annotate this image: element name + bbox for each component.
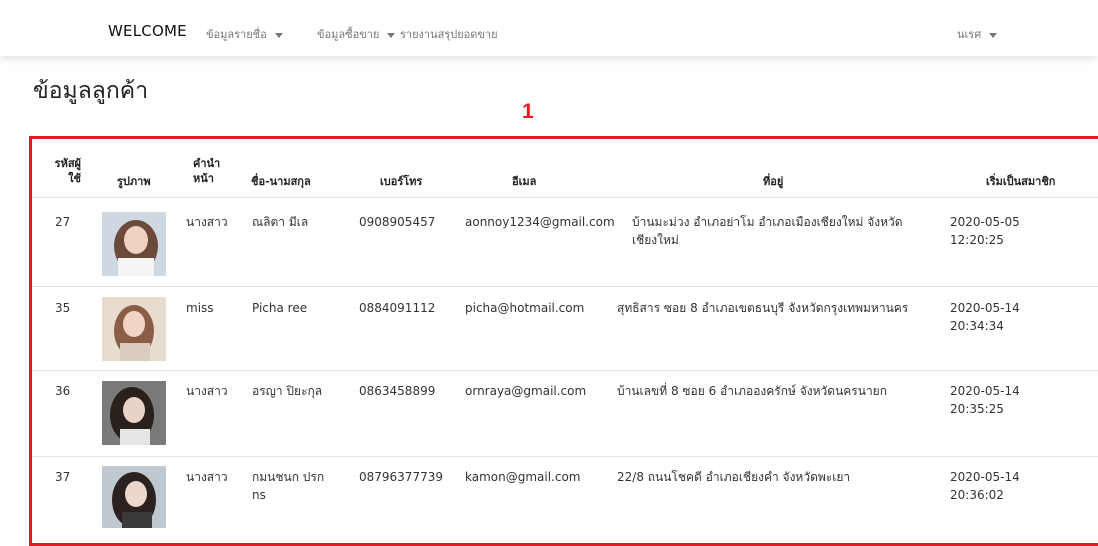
- cell-address: บ้านเลขที่ 8 ซอย 6 อำเภอองครักษ์ จังหวัด…: [617, 382, 937, 400]
- customer-photo: [102, 466, 166, 528]
- header-prefix-line2: หน้า: [193, 172, 214, 185]
- cell-address: สุทธิสาร ซอย 8 อำเภอเขตธนบุรี จังหวัดกรุ…: [617, 299, 937, 317]
- header-joined: เริ่มเป็นสมาชิก: [986, 175, 1056, 188]
- cell-fullname-line1: ณลิตา มีเล: [252, 215, 309, 229]
- cell-joined: 2020-05-05 12:20:25: [950, 213, 1020, 249]
- cell-phone: 0884091112: [359, 301, 436, 315]
- cell-fullname-line1: อรญา ปิยะกุล: [252, 384, 323, 398]
- header-user-id: รหัสผู้ ใช้: [47, 156, 81, 186]
- menu-customer-list[interactable]: ข้อมูลรายชื่อ: [206, 25, 283, 43]
- cell-user-id: 27: [55, 215, 71, 229]
- header-phone: เบอร์โทร: [380, 175, 423, 188]
- cell-address-line1: บ้านมะม่วง อำเภอย่าโม อำเภอเมืองเชียงใหม…: [632, 215, 903, 229]
- cell-prefix: นางสาว: [186, 384, 228, 398]
- menu-sales-report[interactable]: รายงานสรุปยอดขาย: [400, 25, 498, 43]
- chevron-down-icon: [989, 32, 998, 38]
- cell-user-id: 37: [55, 470, 71, 484]
- cell-joined-date: 2020-05-14: [950, 301, 1020, 315]
- cell-address-line1: บ้านเลขที่ 8 ซอย 6 อำเภอองครักษ์ จังหวัด…: [617, 384, 887, 398]
- menu-customer-list-label: ข้อมูลรายชื่อ: [206, 28, 267, 41]
- cell-phone: 0863458899: [359, 384, 436, 398]
- cell-fullname: Picha ree: [252, 299, 307, 317]
- chevron-down-icon: [387, 32, 396, 38]
- cell-joined: 2020-05-14 20:35:25: [950, 382, 1020, 418]
- customer-photo: [102, 297, 166, 361]
- cell-phone: 08796377739: [359, 470, 443, 484]
- cell-joined: 2020-05-14 20:36:02: [950, 468, 1020, 504]
- row-divider: [32, 370, 1098, 371]
- brand-link[interactable]: WELCOME: [108, 22, 187, 40]
- header-fullname: ชื่อ-นามสกุล: [251, 175, 311, 188]
- cell-fullname-line1: กมนชนก ปรก: [252, 470, 325, 484]
- row-divider: [32, 456, 1098, 457]
- cell-prefix: นางสาว: [186, 470, 228, 484]
- cell-fullname-line2: ns: [252, 488, 266, 502]
- cell-user-id: 36: [55, 384, 71, 398]
- cell-joined-date: 2020-05-05: [950, 215, 1020, 229]
- user-menu[interactable]: นเรศ: [957, 25, 998, 43]
- row-divider: [32, 197, 1098, 198]
- cell-address-line1: สุทธิสาร ซอย 8 อำเภอเขตธนบุรี จังหวัดกรุ…: [617, 301, 909, 315]
- cell-user-id: 35: [55, 301, 71, 315]
- menu-sales-data[interactable]: ข้อมูลซื้อขาย: [317, 25, 396, 43]
- cell-joined-time: 12:20:25: [950, 233, 1004, 247]
- cell-address: บ้านมะม่วง อำเภอย่าโม อำเภอเมืองเชียงใหม…: [632, 213, 932, 249]
- cell-fullname: อรญา ปิยะกุล: [252, 382, 322, 400]
- cell-prefix: นางสาว: [186, 215, 228, 229]
- cell-joined-time: 20:34:34: [950, 319, 1004, 333]
- customer-photo: [102, 212, 166, 276]
- top-navbar: WELCOME ข้อมูลรายชื่อ ข้อมูลซื้อขาย รายง…: [0, 0, 1098, 56]
- header-email: อีเมล: [512, 175, 537, 188]
- cell-fullname-line1: Picha ree: [252, 301, 308, 315]
- cell-phone: 0908905457: [359, 215, 436, 229]
- page-title: ข้อมูลลูกค้า: [33, 78, 149, 104]
- header-user-id-line2: ใช้: [68, 172, 81, 185]
- user-name: นเรศ: [957, 28, 982, 41]
- row-divider: [32, 286, 1098, 287]
- cell-prefix: miss: [186, 301, 214, 315]
- cell-email: kamon@gmail.com: [465, 470, 581, 484]
- cell-fullname: กมนชนก ปรก ns: [252, 468, 324, 504]
- cell-address-line2: เชียงใหม่: [632, 233, 679, 247]
- cell-email: picha@hotmail.com: [465, 301, 585, 315]
- header-prefix-line1: คำนำ: [193, 157, 221, 170]
- cell-joined-time: 20:35:25: [950, 402, 1004, 416]
- annotation-number: 1: [522, 100, 534, 123]
- customer-photo: [102, 381, 166, 445]
- cell-joined-date: 2020-05-14: [950, 470, 1020, 484]
- cell-email: aonnoy1234@gmail.com: [465, 215, 615, 229]
- header-prefix: คำนำ หน้า: [193, 156, 220, 186]
- header-image: รูปภาพ: [117, 175, 151, 188]
- cell-joined-date: 2020-05-14: [950, 384, 1020, 398]
- header-address: ที่อยู่: [763, 175, 784, 188]
- chevron-down-icon: [274, 32, 283, 38]
- menu-sales-data-label: ข้อมูลซื้อขาย: [317, 28, 380, 41]
- menu-sales-report-label: รายงานสรุปยอดขาย: [400, 28, 498, 41]
- cell-joined: 2020-05-14 20:34:34: [950, 299, 1020, 335]
- cell-address: 22/8 ถนนโชคดี อำเภอเชียงคำ จังหวัดพะเยา: [617, 468, 937, 486]
- cell-fullname: ณลิตา มีเล: [252, 213, 308, 231]
- header-user-id-line1: รหัสผู้: [54, 157, 81, 170]
- cell-joined-time: 20:36:02: [950, 488, 1004, 502]
- cell-address-line1: 22/8 ถนนโชคดี อำเภอเชียงคำ จังหวัดพะเยา: [617, 470, 851, 484]
- cell-email: ornraya@gmail.com: [465, 384, 587, 398]
